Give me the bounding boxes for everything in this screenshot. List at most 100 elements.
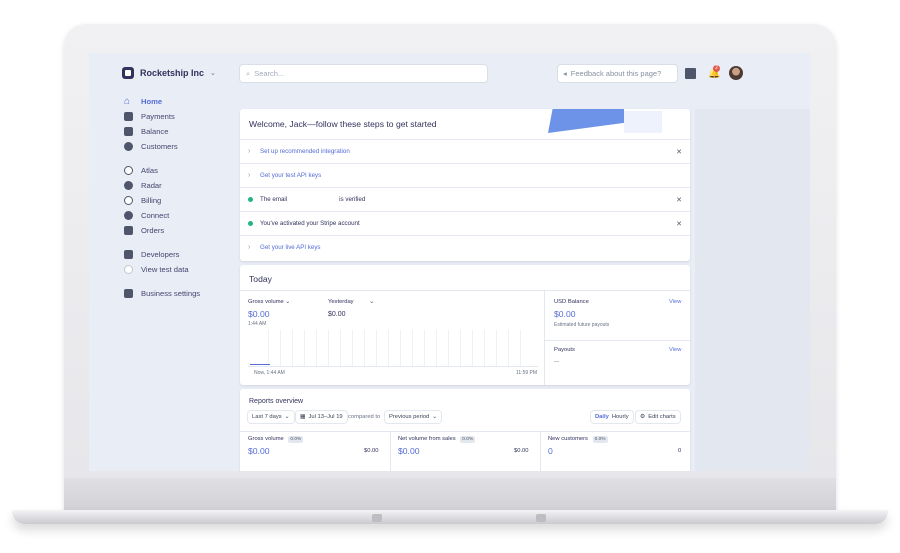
step-label[interactable]: Set up recommended integration [260, 148, 350, 155]
sidebar-item-label: Business settings [141, 289, 201, 298]
edit-charts-label: Edit charts [648, 414, 676, 420]
sidebar-item-label: Developers [141, 250, 180, 259]
orders-icon [124, 226, 133, 235]
date-range-label: Jul 13–Jul 19 [308, 414, 343, 420]
sidebar-nav: ⌂ Home Payments Balance Customers Atlas … [124, 94, 200, 301]
sidebar-item-balance[interactable]: Balance [124, 124, 200, 139]
developers-icon [124, 250, 133, 259]
step-label-suffix: is verified [339, 196, 366, 203]
range-select-label: Last 7 days [252, 414, 282, 420]
side-panel-background [695, 109, 810, 471]
chevron-right-icon: › [248, 148, 251, 155]
tab-daily[interactable]: Daily [595, 414, 609, 420]
date-range-button[interactable]: ▦ Jul 13–Jul 19 [296, 411, 347, 423]
gross-volume-value: $0.00 [248, 309, 270, 319]
settings-icon [124, 289, 133, 298]
sidebar-item-label: Home [141, 97, 163, 106]
yesterday-label: Yesterday [328, 299, 354, 305]
usd-balance-value: $0.00 [554, 309, 576, 319]
step-label[interactable]: Get your test API keys [260, 172, 321, 179]
sidebar-item-connect[interactable]: Connect [124, 208, 200, 223]
metric-value: $0.00 [248, 446, 270, 456]
metric-change-badge: 0.0% [288, 436, 304, 443]
metric-value: 0 [548, 446, 553, 456]
axis-end-label: 11:59 PM [516, 370, 538, 376]
check-icon [248, 221, 253, 226]
step-row[interactable]: › Set up recommended integration ✕ [240, 139, 690, 163]
step-row[interactable]: › Get your live API keys [240, 235, 690, 259]
metric-change-badge: 0.0% [460, 436, 476, 443]
sidebar-item-atlas[interactable]: Atlas [124, 163, 200, 178]
search-input[interactable]: ⌕ Search... [240, 65, 487, 82]
sidebar-item-orders[interactable]: Orders [124, 223, 200, 238]
edit-charts-button[interactable]: ⚙ Edit charts [636, 411, 680, 423]
atlas-icon [124, 166, 133, 175]
account-switcher[interactable]: Rocketship Inc ⌄ [122, 67, 216, 79]
sidebar-item-label: Connect [141, 211, 170, 220]
sidebar-item-customers[interactable]: Customers [124, 139, 200, 154]
sidebar-item-label: View test data [141, 265, 189, 274]
usd-balance-view-link[interactable]: View [669, 299, 681, 305]
account-name: Rocketship Inc [140, 68, 205, 78]
view-test-data-toggle[interactable]: View test data [124, 262, 200, 277]
yesterday-select[interactable]: Yesterday ⌄ [328, 299, 374, 305]
sidebar-item-developers[interactable]: Developers [124, 247, 200, 262]
metric-name: New customers [548, 436, 588, 442]
sidebar-item-billing[interactable]: Billing [124, 193, 200, 208]
close-icon[interactable]: ✕ [676, 196, 682, 204]
laptop-hinge [372, 514, 382, 522]
laptop-hinge [536, 514, 546, 522]
feedback-input[interactable]: ◂ Feedback about this page? [558, 65, 677, 82]
today-chart [248, 330, 538, 367]
sidebar-item-label: Radar [141, 181, 162, 190]
granularity-toggle[interactable]: Daily Hourly [591, 411, 633, 423]
chevron-right-icon: › [248, 172, 251, 179]
metric-name: Gross volume [248, 436, 284, 442]
range-select[interactable]: Last 7 days ⌄ [248, 411, 294, 423]
notification-badge: 2 [713, 65, 720, 72]
step-row[interactable]: › Get your test API keys [240, 163, 690, 187]
banner-graphic [624, 111, 662, 133]
book-icon[interactable] [685, 68, 696, 79]
reports-card: Reports overview Last 7 days ⌄ ▦ Jul 13–… [240, 389, 690, 471]
sidebar-item-payments[interactable]: Payments [124, 109, 200, 124]
step-label[interactable]: Get your live API keys [260, 244, 321, 251]
welcome-card: Welcome, Jack—follow these steps to get … [240, 109, 690, 261]
sidebar-item-label: Balance [141, 127, 169, 136]
payouts-view-link[interactable]: View [669, 347, 681, 353]
sidebar-item-label: Atlas [141, 166, 158, 175]
check-icon [248, 197, 253, 202]
avatar[interactable] [729, 66, 743, 80]
payouts-value: — [554, 359, 559, 365]
usd-balance-note: Estimated future payouts [554, 322, 610, 328]
sidebar-item-radar[interactable]: Radar [124, 178, 200, 193]
metric-change-badge: 0.0% [592, 436, 608, 443]
gear-icon: ⚙ [640, 414, 646, 420]
home-icon: ⌂ [124, 96, 131, 107]
toggle-icon [124, 265, 133, 274]
account-logo-icon [122, 67, 134, 79]
metric-label: Gross volume 0.0% [248, 436, 304, 443]
usd-balance-label: USD Balance [554, 299, 589, 305]
close-icon[interactable]: ✕ [676, 148, 682, 156]
gross-volume-line [250, 364, 270, 365]
tab-hourly[interactable]: Hourly [612, 414, 629, 420]
metric-previous: 0 [678, 448, 682, 454]
customers-icon [124, 142, 133, 151]
metric-previous: $0.00 [364, 448, 379, 454]
laptop-chin [64, 478, 836, 514]
sidebar-item-label: Customers [141, 142, 178, 151]
metric-previous: $0.00 [514, 448, 529, 454]
gross-volume-select[interactable]: Gross volume ⌄ [248, 299, 290, 305]
gross-volume-time: 1:44 AM [248, 321, 267, 327]
megaphone-icon: ◂ [563, 69, 567, 78]
sidebar-item-home[interactable]: ⌂ Home [124, 94, 200, 109]
sidebar-item-business-settings[interactable]: Business settings [124, 286, 200, 301]
welcome-title: Welcome, Jack—follow these steps to get … [249, 119, 437, 129]
sidebar-item-label: Orders [141, 226, 165, 235]
chevron-right-icon: › [248, 244, 251, 251]
close-icon[interactable]: ✕ [676, 220, 682, 228]
compare-select[interactable]: Previous period ⌄ [385, 411, 442, 423]
compare-select-label: Previous period [389, 414, 430, 420]
today-card: Today Gross volume ⌄ $0.00 1:44 AM Yeste… [240, 265, 690, 385]
